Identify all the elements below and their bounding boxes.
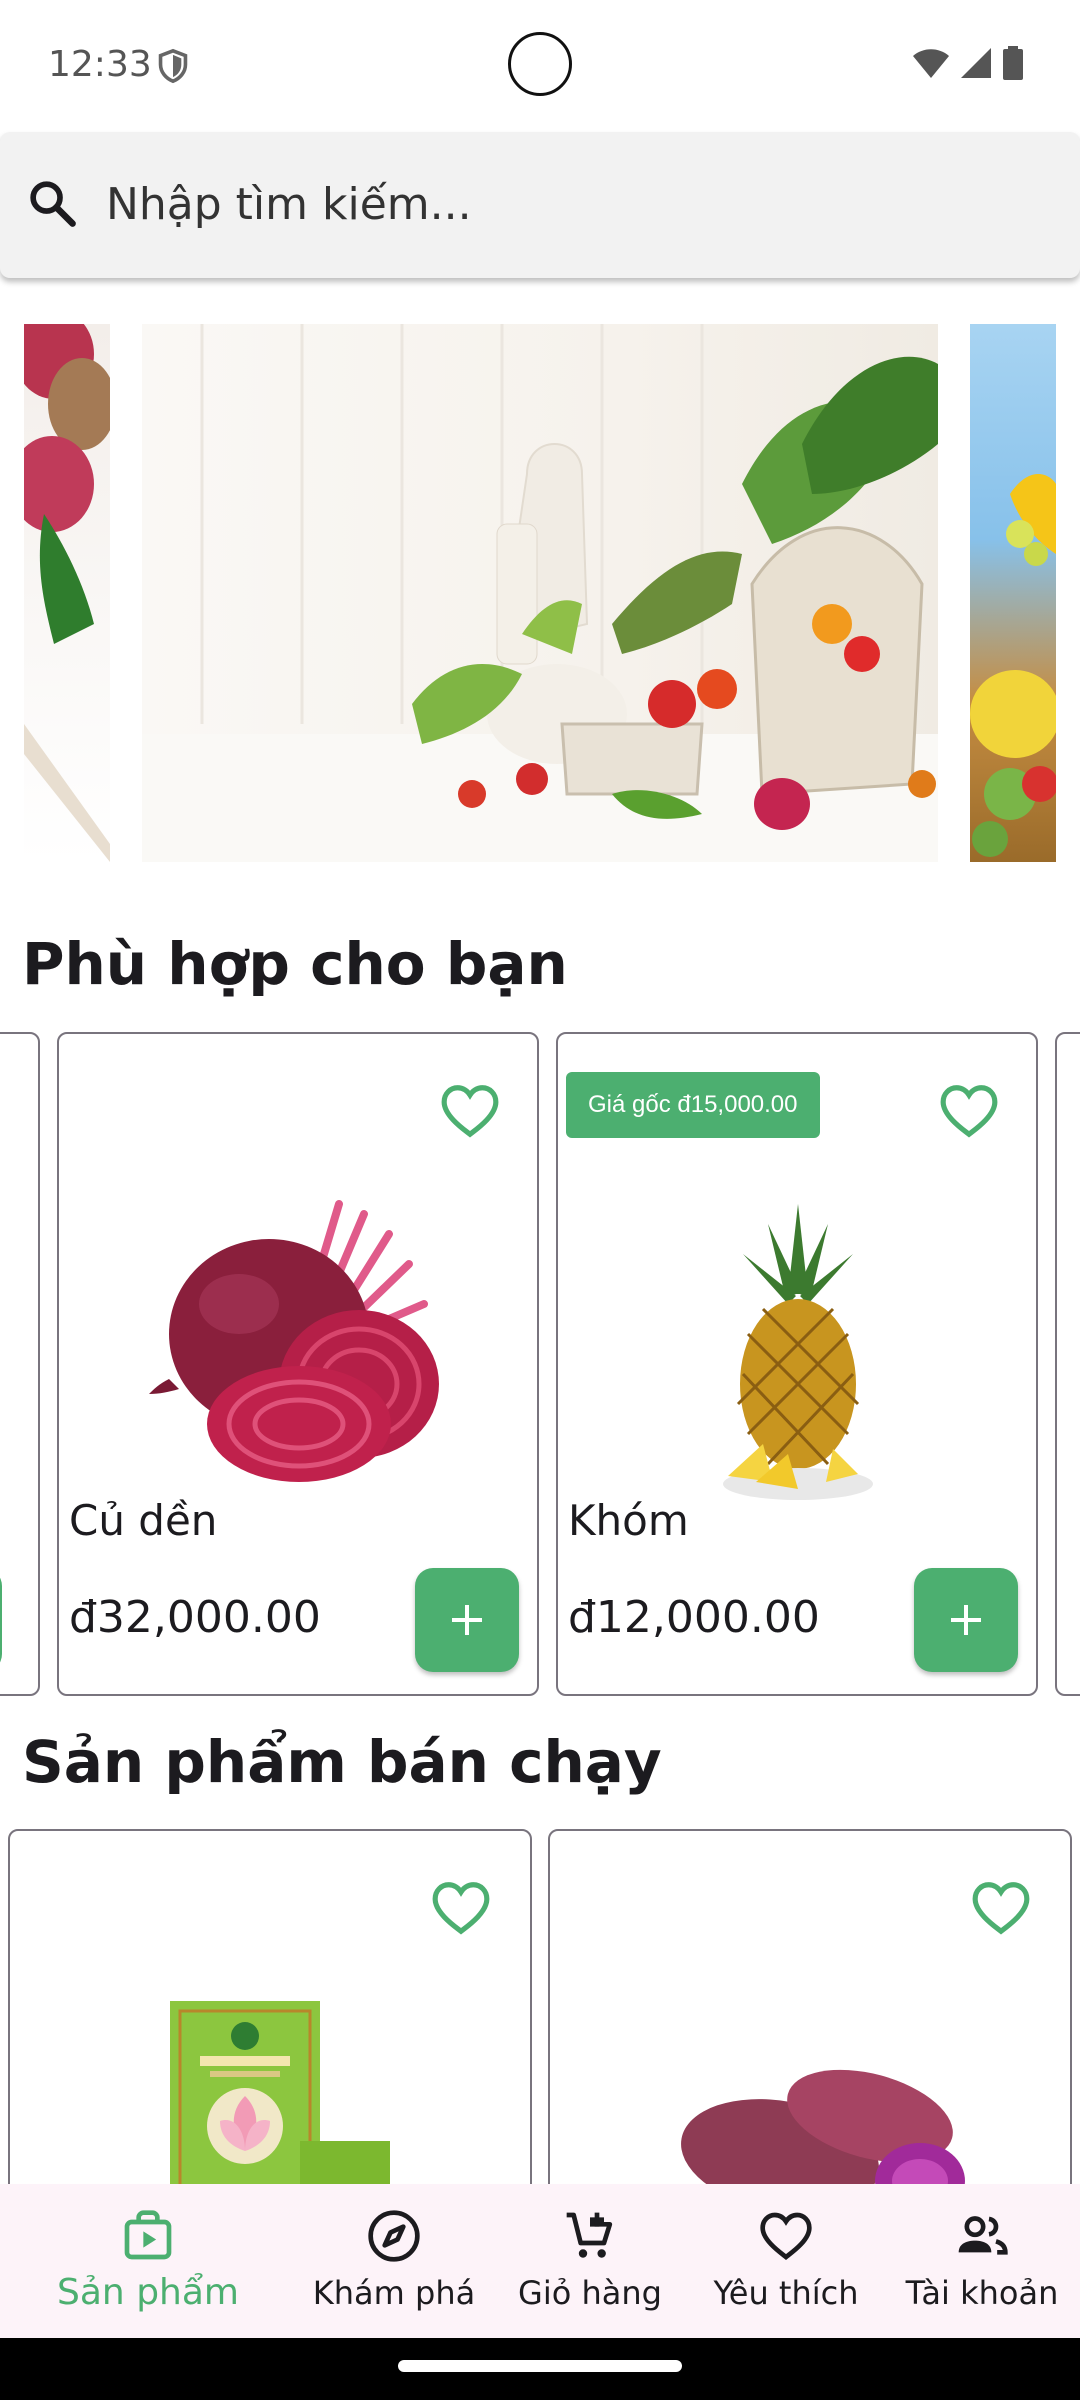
nav-item-explore[interactable]: Khám phá	[296, 2184, 492, 2338]
favorite-heart-icon[interactable]	[439, 1082, 501, 1140]
home-gesture-handle[interactable]	[398, 2360, 682, 2372]
signal-icon	[961, 48, 991, 78]
product-card[interactable]	[8, 1829, 532, 2229]
status-bar: 12:33	[0, 0, 1080, 130]
favorite-heart-icon[interactable]	[970, 1879, 1032, 1937]
nav-label: Giỏ hàng	[518, 2274, 662, 2312]
system-gesture-bar	[0, 2338, 1080, 2400]
status-icons	[912, 46, 1024, 80]
search-icon	[30, 181, 76, 227]
product-image-pineapple	[723, 1204, 873, 1500]
compass-icon	[368, 2210, 420, 2262]
product-card-partial[interactable]	[1055, 1032, 1080, 1696]
product-image-beetroot	[149, 1200, 439, 1482]
product-card[interactable]: Giá gốc đ15,000.00 Khóm đ12,000.00	[556, 1032, 1038, 1696]
add-to-cart-button[interactable]	[415, 1568, 519, 1672]
nav-label: Tài khoản	[905, 2274, 1059, 2312]
banner-image-vegetables[interactable]	[142, 324, 938, 862]
nav-item-cart[interactable]: Giỏ hàng	[492, 2184, 688, 2338]
section-title-best-sellers: Sản phẩm bán chạy	[22, 1728, 662, 1796]
search-bar	[0, 132, 1080, 278]
section-title-for-you: Phù hợp cho bạn	[22, 930, 568, 998]
nav-item-favorites[interactable]: Yêu thích	[688, 2184, 884, 2338]
nav-label: Sản phẩm	[57, 2272, 239, 2313]
wifi-icon	[913, 49, 949, 78]
add-to-cart-button-partial[interactable]	[0, 1568, 2, 1672]
heart-icon	[760, 2212, 812, 2260]
original-price-badge: Giá gốc đ15,000.00	[566, 1072, 820, 1138]
shield-icon	[158, 48, 188, 84]
battery-icon	[1003, 46, 1023, 80]
camera-cutout	[508, 32, 572, 96]
storefront-play-icon	[124, 2210, 172, 2260]
banner-image-previous[interactable]	[24, 324, 110, 862]
banner-image-next[interactable]	[970, 324, 1056, 862]
product-card[interactable]: Củ dền đ32,000.00	[57, 1032, 539, 1696]
product-name: Khóm	[568, 1496, 689, 1545]
search-input[interactable]	[106, 168, 1046, 240]
nav-label: Khám phá	[312, 2274, 476, 2312]
product-price: đ12,000.00	[568, 1592, 820, 1643]
nav-label: Yêu thích	[713, 2274, 859, 2312]
people-icon	[958, 2216, 1008, 2255]
product-card[interactable]	[548, 1829, 1072, 2229]
product-image-lotus-tea	[170, 2001, 390, 2201]
cart-add-icon	[566, 2212, 613, 2258]
nav-item-products[interactable]: Sản phẩm	[0, 2184, 296, 2338]
product-price: đ32,000.00	[69, 1592, 321, 1643]
favorite-heart-icon[interactable]	[938, 1082, 1000, 1140]
status-time: 12:33	[48, 44, 152, 85]
favorite-heart-icon[interactable]	[430, 1879, 492, 1937]
add-to-cart-button[interactable]	[914, 1568, 1018, 1672]
nav-item-account[interactable]: Tài khoản	[884, 2184, 1080, 2338]
bottom-navigation: Sản phẩm Khám phá Giỏ hàng Yêu thích Tài…	[0, 2184, 1080, 2338]
product-name: Củ dền	[69, 1496, 218, 1545]
product-card-partial[interactable]	[0, 1032, 40, 1696]
